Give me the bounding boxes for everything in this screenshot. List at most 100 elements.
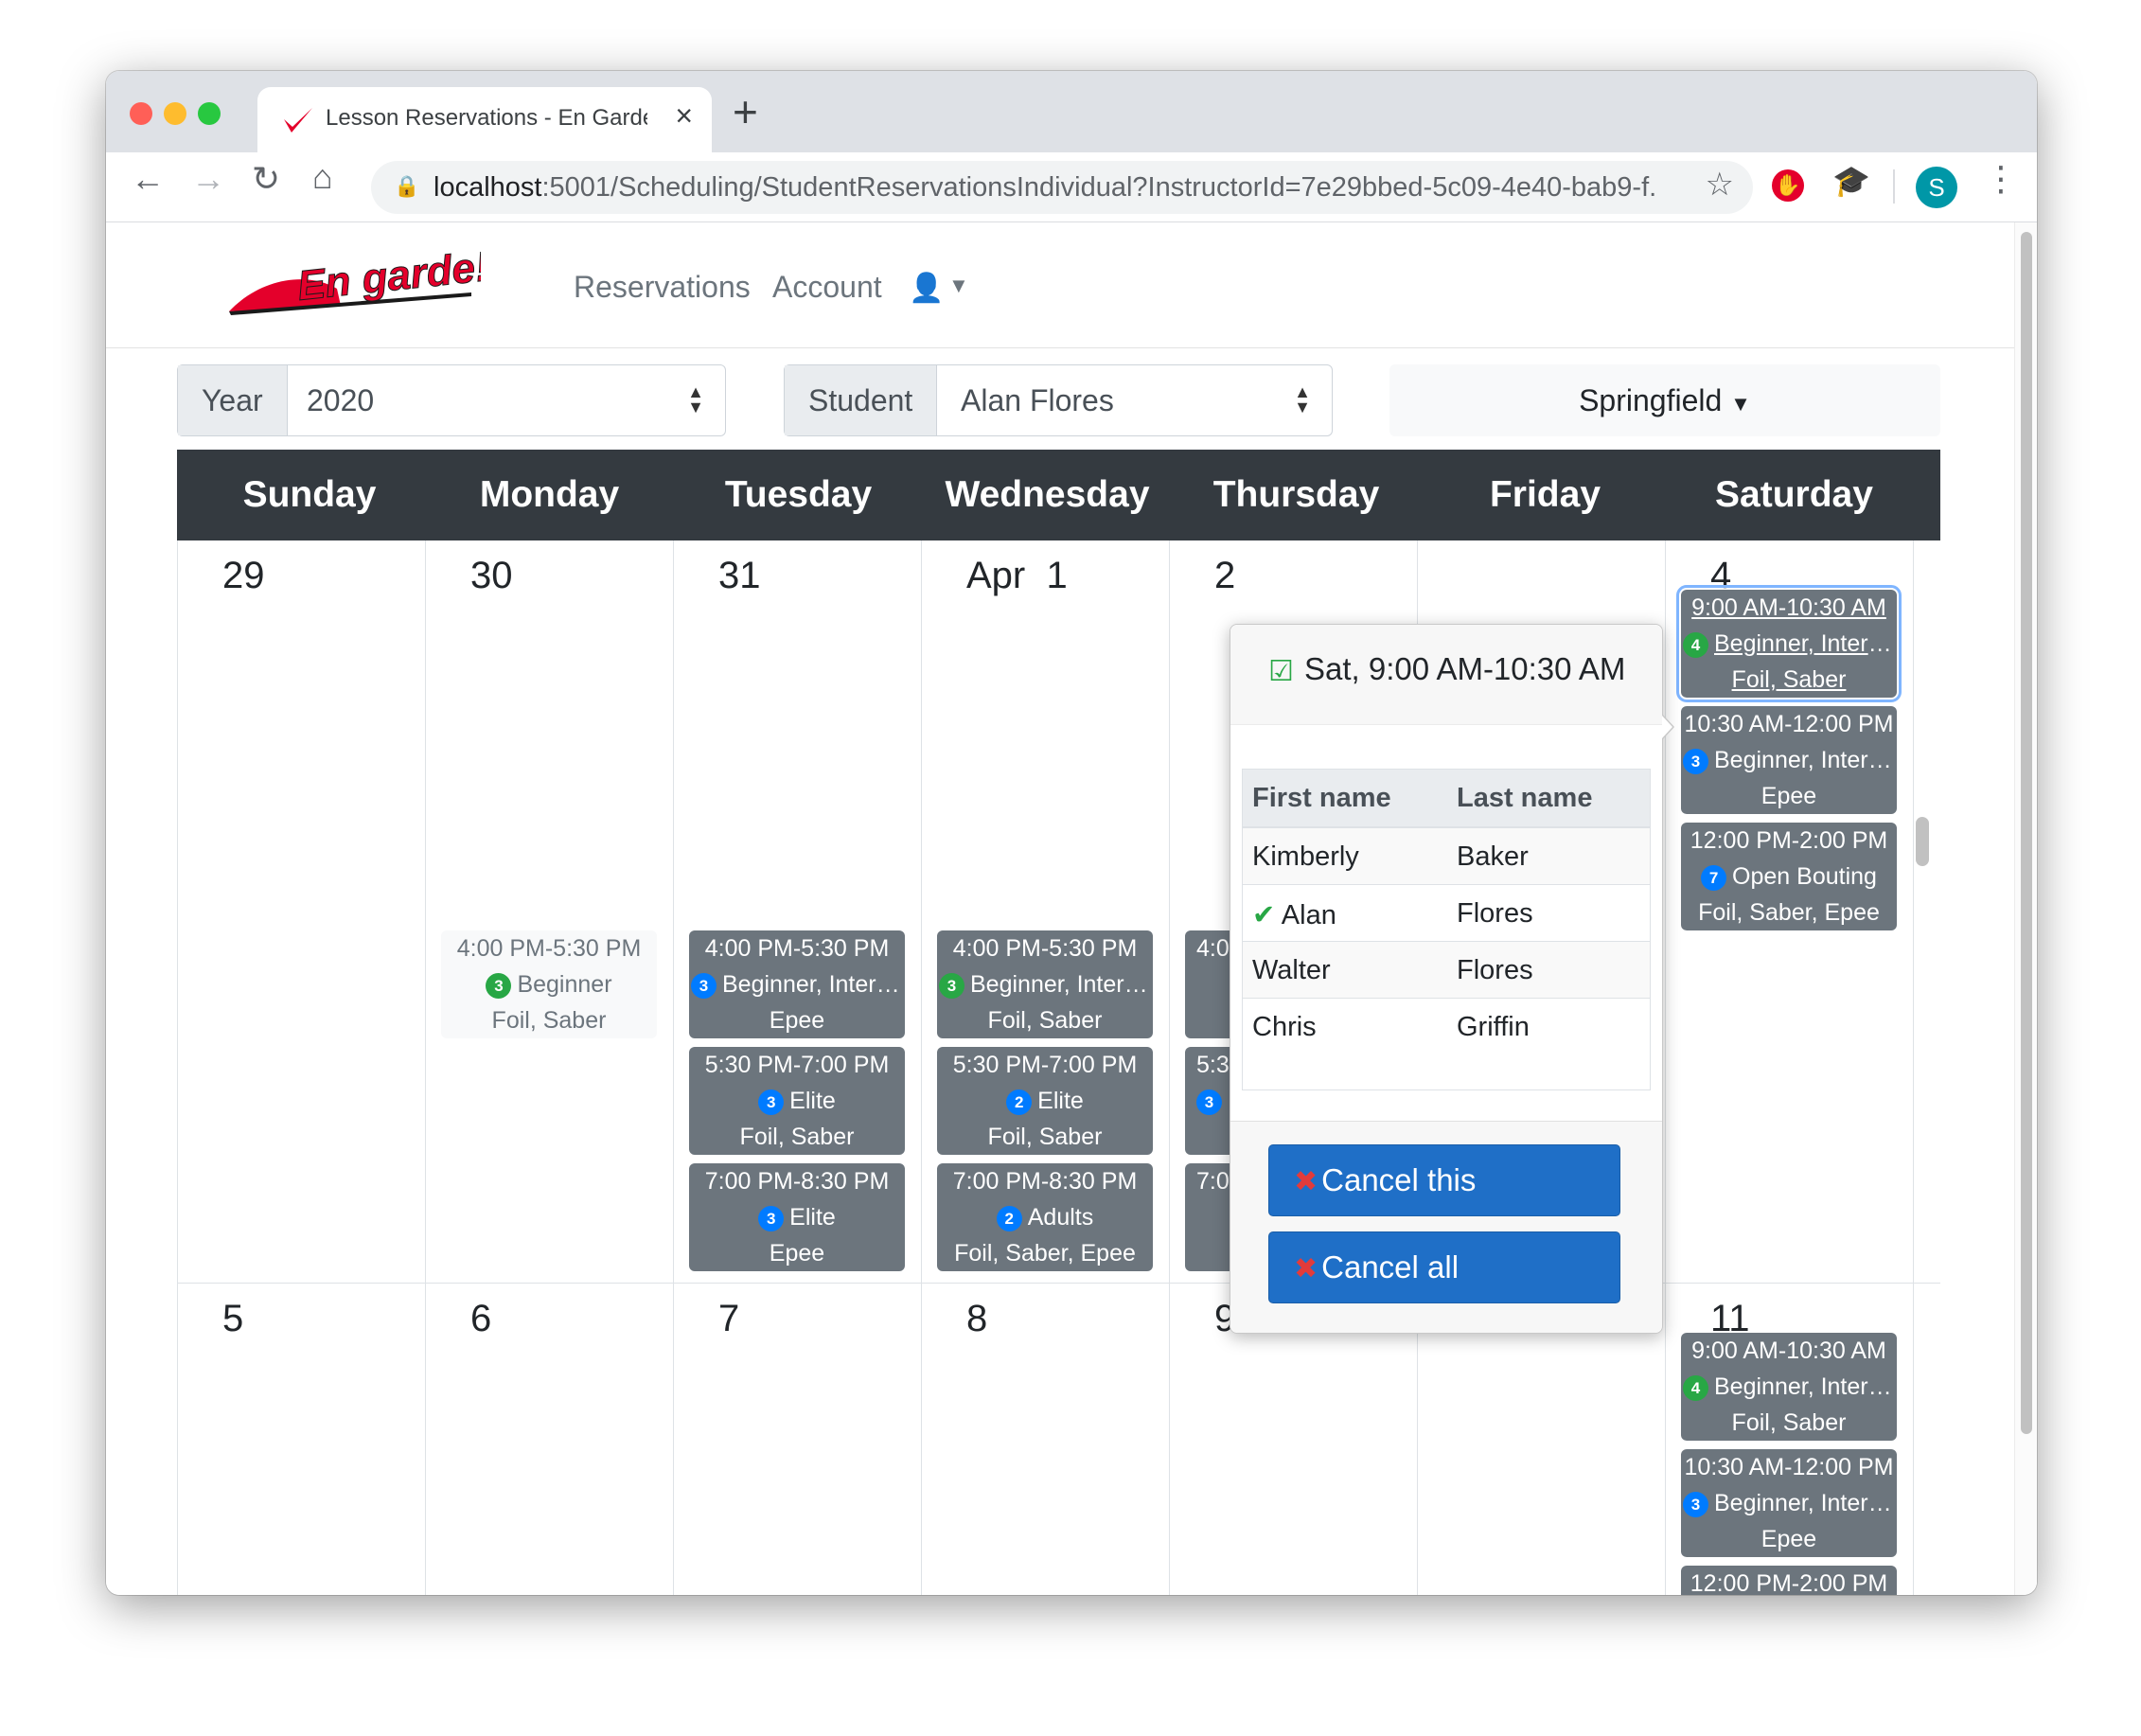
user-icon[interactable]: 👤: [909, 272, 944, 305]
date-apr-1: Apr 1: [966, 555, 1068, 596]
url-host: localhost: [434, 172, 542, 203]
calendar-header: Sunday Monday Tuesday Wednesday Thursday…: [177, 450, 1940, 540]
student-count-badge: 3: [1683, 1492, 1708, 1517]
caret-down-icon: ▼: [1730, 392, 1751, 416]
browser-tab[interactable]: Lesson Reservations - En Garde ×: [257, 87, 712, 152]
first-name: Chris: [1252, 1012, 1317, 1042]
user-dropdown-caret-icon[interactable]: ▼: [948, 274, 969, 298]
event-time: 4:00 PM-5:30 PM: [704, 935, 890, 962]
lesson-event[interactable]: 10:30 AM-12:00 PM 3Beginner, Intermediat…: [1681, 706, 1897, 814]
event-weapons: Foil, Saber: [987, 1007, 1103, 1034]
profile-avatar[interactable]: S: [1916, 167, 1957, 208]
event-time: 12:00 PM-2:00 PM: [1690, 827, 1888, 854]
lesson-event[interactable]: 9:00 AM-10:30 AM 4Beginner, Intermediate…: [1681, 1333, 1897, 1441]
select-arrows-icon[interactable]: ▲ ▼: [687, 383, 704, 416]
cancel-this-button[interactable]: ✖ Cancel this: [1268, 1144, 1620, 1216]
event-level: Elite: [789, 1204, 836, 1231]
event-weapons: Foil, Saber: [491, 1007, 607, 1034]
day-thursday: Thursday: [1212, 474, 1380, 515]
lesson-event[interactable]: 5:30 PM-7:00 PM 2 Elite Foil, Saber: [937, 1047, 1153, 1155]
event-time: 7:00 PM-8:30 PM: [704, 1168, 890, 1195]
student-count-badge: 2: [996, 1206, 1022, 1231]
event-level: Elite: [789, 1088, 836, 1114]
check-circle-icon: ✔: [1252, 900, 1276, 930]
lesson-event[interactable]: 10:30 AM-12:00 PM 3Beginner, Intermediat…: [1681, 1449, 1897, 1557]
event-time: 12:00 PM-2:00 PM: [1690, 1570, 1888, 1595]
url-text[interactable]: localhost:5001/Scheduling/StudentReserva…: [434, 172, 1654, 204]
cancel-this-label: Cancel this: [1321, 1162, 1477, 1197]
event-weapons: Foil, Saber, Epee: [1698, 899, 1880, 926]
student-select[interactable]: Alan Flores: [961, 365, 1114, 435]
event-weapons: Foil, Saber: [987, 1124, 1103, 1150]
year-select[interactable]: 2020: [307, 365, 374, 435]
nav-reservations[interactable]: Reservations: [574, 270, 751, 305]
date-2: 2: [1214, 555, 1236, 596]
x-icon: ✖: [1294, 1253, 1318, 1284]
new-tab-icon[interactable]: +: [733, 90, 758, 133]
cancel-all-button[interactable]: ✖ Cancel all: [1268, 1231, 1620, 1303]
date-6: 6: [470, 1298, 492, 1339]
select-arrows-icon[interactable]: ▲ ▼: [1294, 383, 1311, 416]
home-icon[interactable]: ⌂: [312, 160, 333, 194]
table-row: Chris Griffin: [1243, 999, 1650, 1055]
calendar-scrollbar-thumb[interactable]: [1916, 817, 1929, 866]
maximize-window-button[interactable]: [198, 102, 221, 125]
reload-icon[interactable]: ↻: [252, 162, 280, 196]
minimize-window-button[interactable]: [164, 102, 186, 125]
lesson-event[interactable]: 4:00 PM-5:30 PM 3 Beginner Foil, Saber: [441, 930, 657, 1038]
table-row: Kimberly Baker: [1243, 828, 1650, 885]
address-bar[interactable]: 🔒 localhost:5001/Scheduling/StudentReser…: [371, 161, 1753, 214]
check-square-icon: ☑: [1268, 656, 1294, 687]
forward-icon[interactable]: →: [191, 162, 225, 196]
event-weapons: Epee: [1761, 1526, 1817, 1552]
close-window-button[interactable]: [130, 102, 152, 125]
bookmark-star-icon[interactable]: ☆: [1706, 168, 1734, 201]
location-dropdown[interactable]: Springfield ▼: [1389, 364, 1940, 436]
date-30: 30: [470, 555, 513, 596]
day-tuesday: Tuesday: [724, 474, 873, 515]
event-weapons: Foil, Saber: [1731, 666, 1847, 693]
close-tab-icon[interactable]: ×: [675, 100, 693, 131]
lesson-event[interactable]: 12:00 PM-2:00 PM: [1681, 1566, 1897, 1595]
first-name-cell: ✔ Alan: [1252, 898, 1336, 931]
date-29: 29: [222, 555, 265, 596]
student-count-badge: 3: [486, 973, 512, 999]
lesson-event[interactable]: 4:00 PM-5:30 PM 3Beginner, Intermediate …: [937, 930, 1153, 1038]
lesson-event-selected[interactable]: 9:00 AM-10:30 AM 4Beginner, Intermediate…: [1676, 585, 1902, 702]
adblock-extension-icon[interactable]: ✋: [1772, 169, 1804, 202]
student-count-badge: 4: [1683, 1375, 1708, 1401]
lesson-event[interactable]: 4:00 PM-5:30 PM 3Beginner, Intermediate …: [689, 930, 905, 1038]
student-select-group: Student Alan Flores ▲ ▼: [784, 364, 1333, 436]
event-level: Beginner, Intermediate: [1714, 1373, 1897, 1400]
browser-menu-icon[interactable]: ⋮: [1984, 162, 2018, 196]
lesson-event[interactable]: 5:30 PM-7:00 PM 3 Elite Foil, Saber: [689, 1047, 905, 1155]
event-level: Beginner, Intermediate: [1714, 630, 1897, 657]
event-time: 9:00 AM-10:30 AM: [1691, 594, 1886, 621]
x-icon: ✖: [1294, 1166, 1318, 1197]
event-time: 9:00 AM-10:30 AM: [1691, 1337, 1886, 1364]
page-scrollbar[interactable]: [2014, 222, 2037, 1595]
nav-account[interactable]: Account: [772, 270, 882, 305]
event-level: Beginner, Intermediate: [970, 971, 1153, 998]
event-weapons: Foil, Saber: [1731, 1409, 1847, 1436]
day-friday: Friday: [1489, 474, 1601, 515]
location-value: Springfield: [1579, 383, 1723, 417]
event-level: Adults: [1027, 1204, 1094, 1231]
lesson-event[interactable]: 12:00 PM-2:00 PM 7 Open Bouting Foil, Sab…: [1681, 823, 1897, 930]
en-garde-logo-icon: [284, 108, 312, 133]
event-level: Beginner: [517, 971, 612, 998]
year-select-group: Year 2020 ▲ ▼: [177, 364, 726, 436]
scrollbar-thumb[interactable]: [2021, 232, 2032, 1434]
brand-logo[interactable]: En garde!: [223, 243, 481, 328]
event-time: 10:30 AM-12:00 PM: [1684, 1454, 1894, 1480]
graduation-cap-extension-icon[interactable]: 🎓: [1832, 166, 1870, 196]
calendar-grid: 29 30 31 Apr 1 2 4 5 6 7 8 9 10 11 4:00 …: [177, 540, 1940, 1595]
date-31: 31: [718, 555, 761, 596]
event-level: Open Bouting: [1732, 863, 1877, 890]
back-icon[interactable]: ←: [131, 162, 165, 196]
lesson-event[interactable]: 7:00 PM-8:30 PM 3 Elite Epee: [689, 1163, 905, 1271]
lesson-event[interactable]: 7:00 PM-8:30 PM 2 Adults Foil, Saber, Epe…: [937, 1163, 1153, 1271]
lock-icon: 🔒: [394, 174, 420, 198]
table-header: First name Last name: [1243, 770, 1650, 828]
date-8: 8: [966, 1298, 988, 1339]
